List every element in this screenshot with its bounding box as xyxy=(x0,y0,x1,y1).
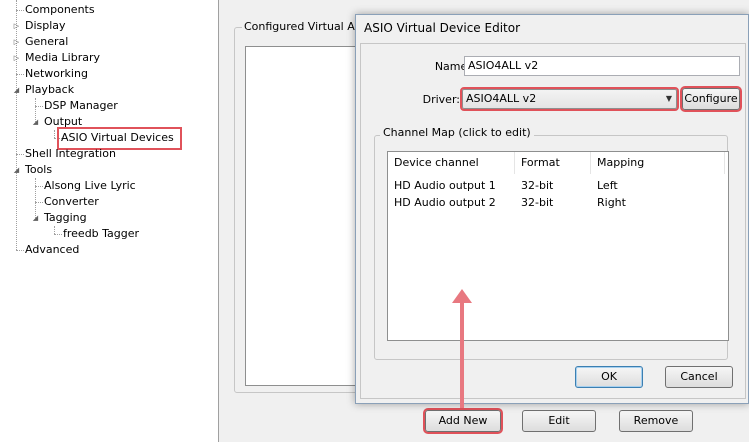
tree-item-label: Display xyxy=(25,19,66,32)
tree-guide-line xyxy=(54,226,55,234)
tree-item-label: Playback xyxy=(25,83,75,96)
edit-button[interactable]: Edit xyxy=(522,410,596,432)
tree-item-dsp-manager[interactable]: DSP Manager xyxy=(42,98,120,114)
tree-item-display[interactable]: Display xyxy=(23,18,68,34)
driver-label: Driver: xyxy=(422,93,460,106)
tree-item-advanced[interactable]: Advanced xyxy=(23,242,81,258)
tree-item-playback[interactable]: Playback xyxy=(23,82,76,98)
annotation-arrow-up-icon xyxy=(452,289,472,303)
cancel-button[interactable]: Cancel xyxy=(665,366,733,388)
tree-item-label: Components xyxy=(25,3,95,16)
tree-item-label: Shell Integration xyxy=(25,147,116,160)
tree-item-label: Alsong Live Lyric xyxy=(44,179,136,192)
tree-item-general[interactable]: General xyxy=(23,34,70,50)
name-input[interactable]: ASIO4ALL v2 xyxy=(464,56,740,76)
collapse-arrow-icon[interactable]: ◢ xyxy=(12,82,21,98)
tree-item-label: freedb Tagger xyxy=(63,227,140,240)
driver-select-value: ASIO4ALL v2 xyxy=(466,92,537,105)
tree-item-label: DSP Manager xyxy=(44,99,118,112)
tree-guide-line xyxy=(54,130,55,138)
channel-map-title: Channel Map (click to edit) xyxy=(380,126,534,139)
tree-item-label: Converter xyxy=(44,195,99,208)
tree-item-label: Output xyxy=(44,115,83,128)
tree-item-label: Networking xyxy=(25,67,88,80)
configure-button[interactable]: Configure xyxy=(680,86,742,112)
tree-item-tools[interactable]: Tools xyxy=(23,162,54,178)
cell-device-channel: HD Audio output 2 xyxy=(394,196,496,209)
tree-item-label: General xyxy=(25,35,69,48)
expand-arrow-icon[interactable]: ▷ xyxy=(12,50,21,66)
tree-item-label: Media Library xyxy=(25,51,100,64)
cell-mapping: Right xyxy=(597,196,626,209)
column-header-format[interactable]: Format xyxy=(515,152,591,174)
column-header-mapping[interactable]: Mapping xyxy=(591,152,725,174)
tree-item-media-library[interactable]: Media Library xyxy=(23,50,102,66)
collapse-arrow-icon[interactable]: ◢ xyxy=(31,114,40,130)
tree-item-label: Tagging xyxy=(44,211,87,224)
collapse-arrow-icon[interactable]: ◢ xyxy=(31,210,40,226)
cell-device-channel: HD Audio output 1 xyxy=(394,179,496,192)
tree-item-converter[interactable]: Converter xyxy=(42,194,101,210)
cell-format: 32-bit xyxy=(521,196,554,209)
add-new-button[interactable]: Add New xyxy=(423,408,503,434)
tree-item-tagging[interactable]: Tagging xyxy=(42,210,89,226)
channel-map-list[interactable]: Device channel Format Mapping HD Audio o… xyxy=(387,151,729,341)
column-header-device-channel[interactable]: Device channel xyxy=(388,152,515,174)
tree-item-label: Advanced xyxy=(25,243,80,256)
cell-mapping: Left xyxy=(597,179,618,192)
tree-item-shell-integration[interactable]: Shell Integration xyxy=(23,146,118,162)
tree-item-components[interactable]: Components xyxy=(23,2,97,18)
tree-item-freedb-tagger[interactable]: freedb Tagger xyxy=(61,226,141,242)
tree-item-output[interactable]: Output xyxy=(42,114,84,130)
expand-arrow-icon[interactable]: ▷ xyxy=(12,34,21,50)
expand-arrow-icon[interactable]: ▷ xyxy=(12,18,21,34)
tree-item-label: ASIO Virtual Devices xyxy=(61,131,174,144)
annotation-arrow-shaft xyxy=(460,300,464,408)
tree-item-alsong-live-lyric[interactable]: Alsong Live Lyric xyxy=(42,178,138,194)
cell-format: 32-bit xyxy=(521,179,554,192)
dialog-title: ASIO Virtual Device Editor xyxy=(364,21,521,35)
preferences-tree[interactable]: ▷ ▷ ▷ ◢ ◢ ◢ ◢ Components Display General… xyxy=(0,0,219,442)
asio-device-editor-dialog: ASIO Virtual Device Editor Name: ASIO4AL… xyxy=(355,14,749,404)
dropdown-arrow-icon: ▼ xyxy=(665,94,672,103)
collapse-arrow-icon[interactable]: ◢ xyxy=(12,162,21,178)
tree-item-networking[interactable]: Networking xyxy=(23,66,90,82)
driver-select[interactable]: ASIO4ALL v2 ▼ xyxy=(460,87,679,111)
ok-button[interactable]: OK xyxy=(575,366,643,388)
tree-item-label: Tools xyxy=(25,163,53,176)
remove-button[interactable]: Remove xyxy=(619,410,693,432)
name-label: Name: xyxy=(434,60,471,73)
